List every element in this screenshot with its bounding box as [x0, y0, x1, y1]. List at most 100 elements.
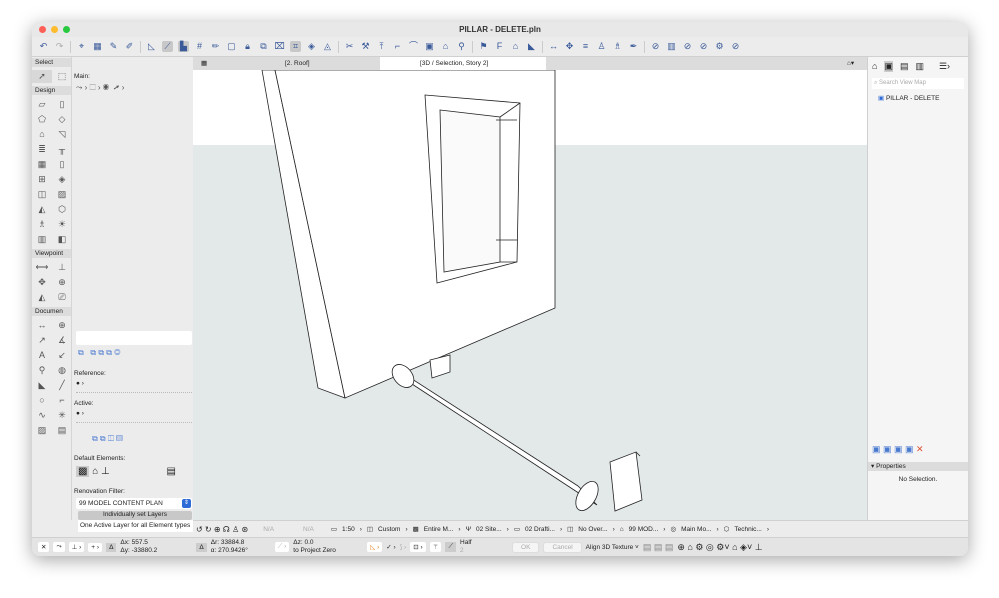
- settings-icon[interactable]: ⚙: [714, 41, 725, 52]
- close-button[interactable]: [39, 26, 46, 33]
- door-tool-icon[interactable]: ▯: [52, 158, 72, 171]
- house-icon[interactable]: ⌂: [510, 41, 521, 52]
- angle-value[interactable]: 270.9426°: [218, 547, 248, 554]
- section-design[interactable]: Design: [32, 86, 71, 95]
- default-elements-icons[interactable]: ▩ ⌂ ⊥ ▤: [76, 466, 176, 477]
- z-fields[interactable]: Δz: 0.0 to Project Zero: [293, 539, 363, 555]
- elevation-tool-icon[interactable]: ⊥: [52, 261, 72, 274]
- label-tool-icon[interactable]: ↙: [52, 349, 72, 362]
- syringe-icon[interactable]: ✐: [124, 41, 135, 52]
- arrow-tool-icon[interactable]: ➚: [32, 70, 52, 83]
- camera-tool-icon[interactable]: ⎚: [52, 291, 72, 304]
- find-select-icon[interactable]: ⌖: [76, 41, 87, 52]
- dimension-tool-icon[interactable]: ↔: [32, 319, 52, 332]
- split-icon[interactable]: ✂: [344, 41, 355, 52]
- pencil-icon[interactable]: ✏: [210, 41, 221, 52]
- slab-tool-icon[interactable]: ◇: [52, 113, 72, 126]
- stair-tool-icon[interactable]: ≣: [32, 143, 52, 156]
- book-icon[interactable]: ▥: [666, 41, 677, 52]
- renovation-filter-select[interactable]: 99 MODEL CONTENT PLAN ⇕: [76, 498, 192, 509]
- eyedropper-icon[interactable]: ✎: [108, 41, 119, 52]
- worksheet-icon[interactable]: ⊕: [52, 276, 72, 289]
- view-map-icon[interactable]: ▣: [884, 61, 893, 72]
- wall-tool-icon[interactable]: ▱: [32, 98, 52, 111]
- minimize-button[interactable]: [51, 26, 58, 33]
- pen-selector[interactable]: [76, 331, 192, 345]
- zoom-button[interactable]: [63, 26, 70, 33]
- adjust-icon[interactable]: ⚒: [360, 41, 371, 52]
- origin-icon[interactable]: ⊥ ›: [68, 542, 85, 552]
- move-icon[interactable]: ↔: [548, 41, 559, 52]
- folder-icon[interactable]: ▤: [167, 466, 176, 477]
- zoom-icon-2[interactable]: ⊘: [682, 41, 693, 52]
- tree-item-root[interactable]: ▣ PILLAR - DELETE: [868, 91, 968, 105]
- menu-icon[interactable]: ☰›: [939, 61, 950, 72]
- line-tool-icon[interactable]: ╱: [52, 379, 72, 392]
- project-map-icon[interactable]: ⌂: [872, 61, 877, 72]
- dz-value[interactable]: 0.0: [305, 539, 314, 546]
- railing-tool-icon[interactable]: ╥: [52, 143, 72, 156]
- view-map-search[interactable]: ⌕ Search View Map: [872, 78, 964, 89]
- properties-header[interactable]: ▾ Properties: [868, 462, 968, 471]
- align-3d-texture-dropdown[interactable]: Align 3D Texture ˅: [586, 544, 639, 551]
- undo-icon[interactable]: ↶: [38, 41, 49, 52]
- drag-icon[interactable]: ✥: [564, 41, 575, 52]
- magic-wand-icon[interactable]: ⚚: [429, 542, 442, 552]
- tab-overview-icon[interactable]: ▦: [197, 57, 207, 70]
- tab-3d[interactable]: [3D / Selection, Story 2]: [380, 57, 546, 70]
- level-dim-icon[interactable]: ↗: [32, 334, 52, 347]
- lamp-tool-icon[interactable]: ♗: [32, 218, 52, 231]
- section-document[interactable]: Documen: [32, 307, 71, 316]
- check-icon[interactable]: ✓ ›: [386, 543, 395, 551]
- angle-icon[interactable]: ◺: [146, 41, 157, 52]
- snap-icon[interactable]: ▙: [178, 41, 189, 52]
- section-tool-icon[interactable]: ⟷: [32, 261, 52, 274]
- window-tool-icon[interactable]: ⊞: [32, 173, 52, 186]
- column-tool-icon[interactable]: ▯: [52, 98, 72, 111]
- object-tool-icon[interactable]: ◫: [32, 188, 52, 201]
- 3d-viewport[interactable]: [193, 70, 867, 520]
- view-3d-icons[interactable]: ⊕ ⌂ ⚙ ◎ ⚙˅ ⌂ ◈˅ ⊥: [677, 542, 762, 553]
- trim-icon[interactable]: ⌧: [274, 41, 285, 52]
- person-icon[interactable]: ♙: [596, 41, 607, 52]
- roof-icon[interactable]: ⌂: [440, 41, 451, 52]
- window-icon[interactable]: ▦: [92, 41, 103, 52]
- delete-icon[interactable]: ✕: [916, 444, 924, 454]
- elevate-icon[interactable]: ⤒: [376, 41, 387, 52]
- pen-set[interactable]: 02 Site...: [476, 526, 502, 533]
- tab-roof[interactable]: [2. Roof]: [281, 57, 310, 70]
- circle-tool-icon[interactable]: ○: [32, 394, 52, 407]
- layer-combo[interactable]: Custom: [378, 526, 400, 533]
- layers-button[interactable]: Individually set Layers: [78, 511, 192, 520]
- zone-tool-icon[interactable]: ▨: [52, 188, 72, 201]
- layer-icon[interactable]: ▢: [226, 41, 237, 52]
- renovation[interactable]: 99 MOD...: [629, 526, 659, 533]
- detail-tool-icon[interactable]: ◭: [32, 291, 52, 304]
- suspend-groups-icon[interactable]: ⌗: [290, 41, 301, 52]
- zoom-icon-3[interactable]: ⊘: [698, 41, 709, 52]
- filter-icon[interactable]: ◈: [306, 41, 317, 52]
- relative-icon[interactable]: + ›: [88, 542, 103, 552]
- fill-tool-icon[interactable]: ◣: [32, 379, 52, 392]
- trace-icons[interactable]: ⧉ ⧉ ◫ ▨: [92, 434, 122, 444]
- geometry-method-controls[interactable]: ⤳ › ⬚ › ◉ ➚ ›: [72, 83, 193, 93]
- drawing-tool-icon[interactable]: ▤: [52, 424, 72, 437]
- layout-book-icon[interactable]: ▤: [900, 61, 909, 72]
- guide-icon[interactable]: ⟋: [162, 41, 173, 52]
- texture-icons[interactable]: ▤ ▤ ▤: [643, 542, 674, 553]
- cancel-button[interactable]: Cancel: [543, 541, 582, 553]
- active-slider[interactable]: ● ›: [76, 410, 192, 423]
- dimension-style[interactable]: Technic...: [734, 526, 761, 533]
- explode-icon[interactable]: ▣: [424, 41, 435, 52]
- ruler-icon[interactable]: ◺ ›: [367, 542, 383, 552]
- fillet-icon[interactable]: ⌐: [392, 41, 403, 52]
- section-select[interactable]: Select: [32, 58, 71, 67]
- hatch-icon[interactable]: ◣: [526, 41, 537, 52]
- navigator-actions[interactable]: ▣ ▣ ▣ ▣ ✕: [872, 444, 924, 455]
- publisher-icon[interactable]: ▥: [915, 61, 924, 72]
- figure-tool-icon[interactable]: ▨: [32, 424, 52, 437]
- lock-icon[interactable]: 🔒︎: [242, 41, 253, 52]
- hotspot-tool-icon[interactable]: ✳: [52, 409, 72, 422]
- view-options-icon[interactable]: ⌂▾: [843, 57, 854, 70]
- half-number[interactable]: 2: [460, 547, 508, 555]
